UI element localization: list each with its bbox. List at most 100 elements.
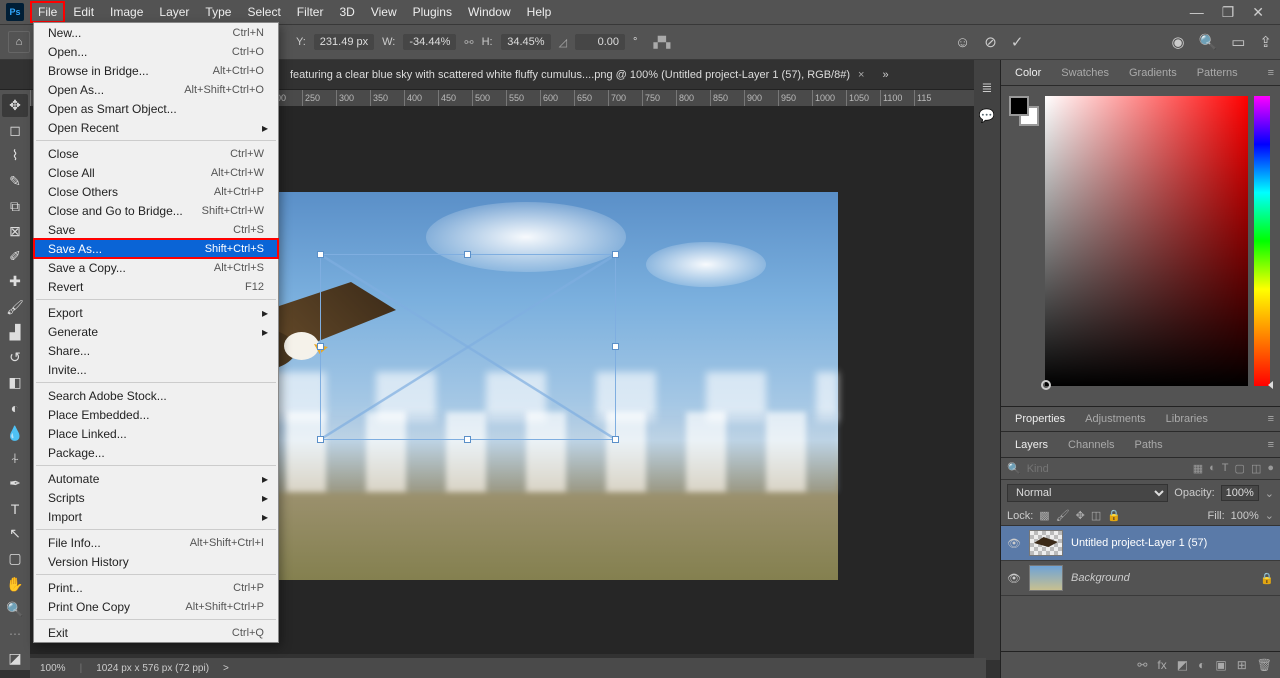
- filter-shape-icon[interactable]: ▢: [1235, 462, 1245, 475]
- eyedropper-tool-icon[interactable]: ✐: [2, 245, 28, 268]
- transform-handle[interactable]: [612, 343, 619, 350]
- cloud-user-icon[interactable]: ◉: [1171, 33, 1184, 51]
- visibility-toggle-icon[interactable]: 👁: [1007, 537, 1021, 550]
- transform-handle[interactable]: [612, 251, 619, 258]
- lock-artboard-icon[interactable]: ◫: [1091, 509, 1101, 522]
- history-panel-icon[interactable]: ≣: [982, 80, 993, 96]
- search-icon[interactable]: 🔍: [1199, 33, 1218, 51]
- clone-stamp-tool-icon[interactable]: ▟: [2, 321, 28, 344]
- tab-swatches[interactable]: Swatches: [1053, 63, 1117, 83]
- lock-image-icon[interactable]: 🖌: [1056, 509, 1070, 522]
- menu-image[interactable]: Image: [102, 1, 151, 23]
- tab-color[interactable]: Color: [1007, 63, 1049, 83]
- chevron-down-icon[interactable]: ⌄: [1265, 509, 1274, 522]
- brush-tool-icon[interactable]: 🖌: [2, 296, 28, 319]
- lock-position-icon[interactable]: ✥: [1076, 509, 1085, 522]
- history-brush-tool-icon[interactable]: ↺: [2, 346, 28, 369]
- filter-smart-icon[interactable]: ◫: [1251, 462, 1261, 475]
- rotation-value[interactable]: 0.00: [575, 34, 625, 50]
- menu-view[interactable]: View: [363, 1, 405, 23]
- file-menu-close[interactable]: CloseCtrl+W: [34, 144, 278, 163]
- lasso-tool-icon[interactable]: ⌇: [2, 144, 28, 167]
- zoom-tool-icon[interactable]: 🔍: [2, 598, 28, 621]
- file-menu-place-embedded[interactable]: Place Embedded...: [34, 405, 278, 424]
- file-menu-save-as[interactable]: Save As...Shift+Ctrl+S: [34, 239, 278, 258]
- window-minimize-icon[interactable]: —: [1190, 4, 1204, 21]
- file-menu-revert[interactable]: RevertF12: [34, 277, 278, 296]
- commit-transform-icon[interactable]: ✓: [1011, 33, 1024, 51]
- color-cursor[interactable]: [1041, 380, 1051, 390]
- menu-plugins[interactable]: Plugins: [405, 1, 460, 23]
- puppet-icon[interactable]: ☺: [955, 34, 970, 51]
- menu-edit[interactable]: Edit: [65, 1, 102, 23]
- transform-handle[interactable]: [317, 251, 324, 258]
- dodge-tool-icon[interactable]: ⍭: [2, 447, 28, 470]
- layer-style-icon[interactable]: fx: [1157, 658, 1166, 672]
- hand-tool-icon[interactable]: ✋: [2, 573, 28, 596]
- chevron-right-icon[interactable]: >: [223, 663, 229, 674]
- file-menu-print-one-copy[interactable]: Print One CopyAlt+Shift+Ctrl+P: [34, 597, 278, 616]
- file-menu-open-recent[interactable]: Open Recent▸: [34, 118, 278, 137]
- arrange-icon[interactable]: ▭: [1231, 33, 1245, 51]
- blur-tool-icon[interactable]: 💧: [2, 421, 28, 444]
- home-icon[interactable]: ⌂: [8, 31, 30, 53]
- file-menu-export[interactable]: Export▸: [34, 303, 278, 322]
- transform-bounding-box[interactable]: [320, 254, 616, 440]
- interpolation-icon[interactable]: ▞▚: [653, 36, 670, 49]
- zoom-level[interactable]: 100%: [40, 663, 66, 674]
- link-icon[interactable]: ⚯: [464, 36, 473, 49]
- layer-filter-input[interactable]: [1027, 463, 1187, 475]
- file-menu-file-info[interactable]: File Info...Alt+Shift+Ctrl+I: [34, 533, 278, 552]
- fill-value[interactable]: 100%: [1231, 510, 1259, 522]
- file-menu-exit[interactable]: ExitCtrl+Q: [34, 623, 278, 642]
- menu-window[interactable]: Window: [460, 1, 519, 23]
- filter-pixel-icon[interactable]: ▦: [1193, 462, 1203, 475]
- file-menu-save[interactable]: SaveCtrl+S: [34, 220, 278, 239]
- move-tool-icon[interactable]: ✥: [2, 94, 28, 117]
- file-menu-new[interactable]: New...Ctrl+N: [34, 23, 278, 42]
- color-swap-icon[interactable]: ◪: [2, 647, 28, 670]
- menu-help[interactable]: Help: [519, 1, 560, 23]
- file-menu-share[interactable]: Share...: [34, 341, 278, 360]
- blend-mode-select[interactable]: Normal: [1007, 484, 1168, 502]
- quick-select-tool-icon[interactable]: ✎: [2, 170, 28, 193]
- cancel-transform-icon[interactable]: ⊘: [984, 33, 997, 51]
- layer-row[interactable]: 👁 Untitled project-Layer 1 (57): [1001, 526, 1280, 561]
- layer-row[interactable]: 👁 Background 🔒: [1001, 561, 1280, 596]
- menu-filter[interactable]: Filter: [289, 1, 332, 23]
- file-menu-scripts[interactable]: Scripts▸: [34, 488, 278, 507]
- menu-layer[interactable]: Layer: [151, 1, 197, 23]
- file-menu-package[interactable]: Package...: [34, 443, 278, 462]
- transform-handle[interactable]: [317, 343, 324, 350]
- layer-thumbnail[interactable]: [1029, 565, 1063, 591]
- adjustment-layer-icon[interactable]: ◐: [1198, 658, 1205, 672]
- lock-transparency-icon[interactable]: ▩: [1039, 509, 1049, 522]
- tab-gradients[interactable]: Gradients: [1121, 63, 1185, 83]
- file-menu-browse-in-bridge[interactable]: Browse in Bridge...Alt+Ctrl+O: [34, 61, 278, 80]
- file-menu-search-adobe-stock[interactable]: Search Adobe Stock...: [34, 386, 278, 405]
- pen-tool-icon[interactable]: ✒: [2, 472, 28, 495]
- transform-handle[interactable]: [612, 436, 619, 443]
- hue-thumb[interactable]: [1268, 381, 1273, 389]
- group-icon[interactable]: ▣: [1215, 658, 1226, 672]
- transform-handle[interactable]: [464, 436, 471, 443]
- file-menu-version-history[interactable]: Version History: [34, 552, 278, 571]
- file-menu-save-a-copy[interactable]: Save a Copy...Alt+Ctrl+S: [34, 258, 278, 277]
- tab-adjustments[interactable]: Adjustments: [1077, 409, 1154, 429]
- file-menu-close-all[interactable]: Close AllAlt+Ctrl+W: [34, 163, 278, 182]
- tab-properties[interactable]: Properties: [1007, 409, 1073, 429]
- filter-type-icon[interactable]: T: [1222, 462, 1229, 475]
- visibility-toggle-icon[interactable]: 👁: [1007, 572, 1021, 585]
- filter-adjust-icon[interactable]: ◐: [1209, 462, 1216, 475]
- file-menu-open[interactable]: Open...Ctrl+O: [34, 42, 278, 61]
- tab-channels[interactable]: Channels: [1060, 435, 1122, 455]
- lock-all-icon[interactable]: 🔒: [1107, 509, 1121, 522]
- file-menu-close-others[interactable]: Close OthersAlt+Ctrl+P: [34, 182, 278, 201]
- menu-type[interactable]: Type: [197, 1, 239, 23]
- link-layers-icon[interactable]: ⚯: [1137, 658, 1147, 672]
- tab-overflow-icon[interactable]: »: [882, 69, 888, 81]
- file-menu-close-and-go-to-bridge[interactable]: Close and Go to Bridge...Shift+Ctrl+W: [34, 201, 278, 220]
- color-picker[interactable]: [1001, 86, 1280, 406]
- chevron-down-icon[interactable]: ⌄: [1265, 487, 1274, 500]
- delete-layer-icon[interactable]: 🗑: [1257, 658, 1272, 672]
